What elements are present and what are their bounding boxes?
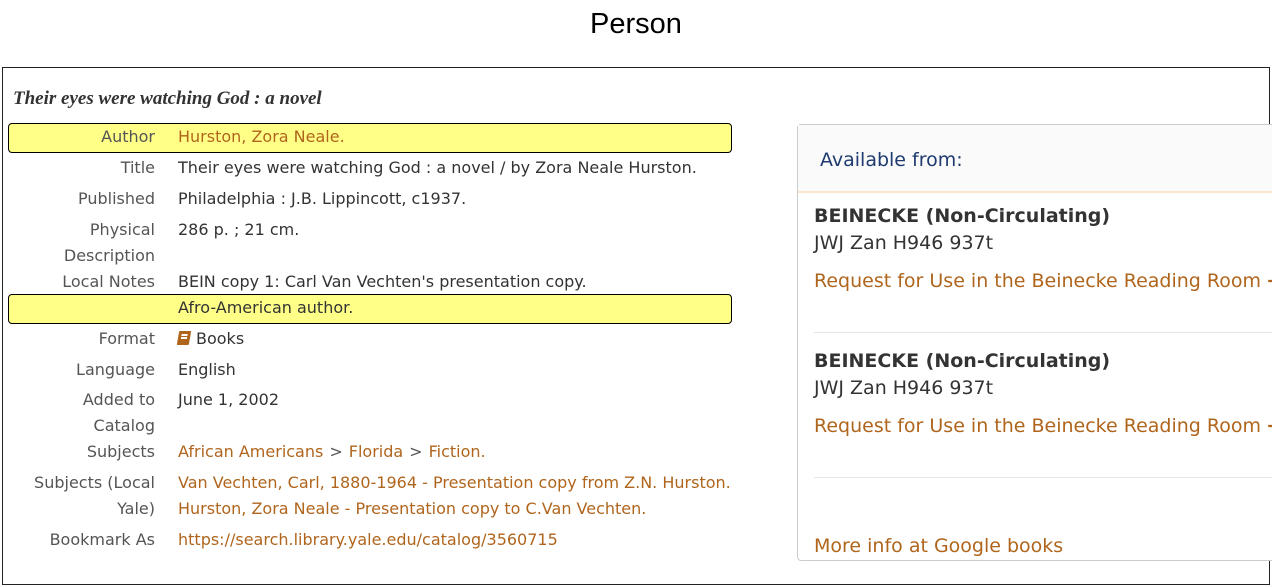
holding-location: BEINECKE (Non-Circulating) — [814, 205, 1111, 227]
physical-value: 286 p. ; 21 cm. — [178, 220, 300, 239]
request-link[interactable]: Request for Use in the Beinecke Reading … — [814, 415, 1272, 437]
availability-heading: Available from: — [820, 149, 963, 171]
request-label: Request for Use in the Beinecke Reading … — [814, 270, 1262, 292]
added-label-2: Catalog — [93, 416, 155, 435]
language-value: English — [178, 360, 236, 379]
request-label: Request for Use in the Beinecke Reading … — [814, 415, 1262, 437]
author-label: Author — [101, 127, 155, 146]
arrow-right-icon: ➔ — [1267, 270, 1272, 292]
format-text: Books — [196, 329, 245, 348]
subjects-local-label: Subjects (Local Yale) — [34, 470, 155, 522]
subjects-value: African Americans > Florida > Fiction. — [178, 439, 486, 465]
subjects-local-label-1: Subjects (Local — [34, 473, 155, 492]
added-value: June 1, 2002 — [178, 390, 279, 409]
added-label: Added to Catalog — [83, 387, 155, 439]
subjects-local-label-2: Yale) — [117, 499, 155, 518]
arrow-right-icon: ➔ — [1267, 415, 1272, 437]
bookmark-link[interactable]: https://search.library.yale.edu/catalog/… — [178, 527, 558, 553]
subject-link-african-americans[interactable]: African Americans — [178, 442, 323, 461]
language-label: Language — [76, 360, 155, 379]
google-books-link[interactable]: More info at Google books — [814, 535, 1063, 557]
holding-divider — [814, 332, 1272, 333]
local-notes-value-1: BEIN copy 1: Carl Van Vechten's presenta… — [178, 272, 587, 291]
request-link[interactable]: Request for Use in the Beinecke Reading … — [814, 270, 1272, 292]
caption: Person — [590, 8, 682, 40]
availability-panel: Available from: BEINECKE (Non-Circulatin… — [797, 124, 1272, 561]
subject-link-fiction[interactable]: Fiction. — [429, 442, 486, 461]
published-label: Published — [77, 189, 155, 208]
availability-header: Available from: — [798, 125, 1272, 193]
subjects-local-values: Van Vechten, Carl, 1880-1964 - Presentat… — [178, 470, 731, 522]
local-note-highlight — [8, 294, 732, 324]
holding-1: BEINECKE (Non-Circulating) JWJ Zan H946 … — [814, 205, 1272, 292]
record-title: Their eyes were watching God : a novel — [13, 88, 322, 109]
subject-local-link-2[interactable]: Hurston, Zora Neale - Presentation copy … — [178, 499, 646, 518]
format-label: Format — [98, 329, 155, 348]
title-label: Title — [120, 158, 155, 177]
published-value: Philadelphia : J.B. Lippincott, c1937. — [178, 189, 467, 208]
subject-link-florida[interactable]: Florida — [349, 442, 403, 461]
physical-label: Physical Description — [64, 217, 155, 269]
physical-label-2: Description — [63, 246, 155, 265]
subject-separator: > — [329, 442, 343, 461]
subjects-label: Subjects — [86, 442, 155, 461]
record-frame: Their eyes were watching God : a novel A… — [2, 67, 1272, 585]
holding-location: BEINECKE (Non-Circulating) — [814, 350, 1111, 372]
holding-call-number: JWJ Zan H946 937t — [814, 377, 994, 399]
holding-2: BEINECKE (Non-Circulating) JWJ Zan H946 … — [814, 350, 1272, 437]
local-notes-value-2: Afro-American author. — [178, 298, 354, 317]
subject-local-link-1[interactable]: Van Vechten, Carl, 1880-1964 - Presentat… — [178, 473, 731, 492]
holding-call-number: JWJ Zan H946 937t — [814, 232, 994, 254]
physical-label-1: Physical — [89, 220, 155, 239]
holding-divider — [814, 477, 1272, 478]
author-link[interactable]: Hurston, Zora Neale. — [178, 124, 345, 150]
subject-separator: > — [409, 442, 423, 461]
format-value: Books — [176, 326, 245, 352]
book-icon — [176, 331, 192, 345]
bookmark-label: Bookmark As — [49, 530, 155, 549]
title-value: Their eyes were watching God : a novel /… — [178, 158, 697, 177]
local-notes-label: Local Notes — [62, 272, 155, 291]
added-label-1: Added to — [82, 390, 155, 409]
